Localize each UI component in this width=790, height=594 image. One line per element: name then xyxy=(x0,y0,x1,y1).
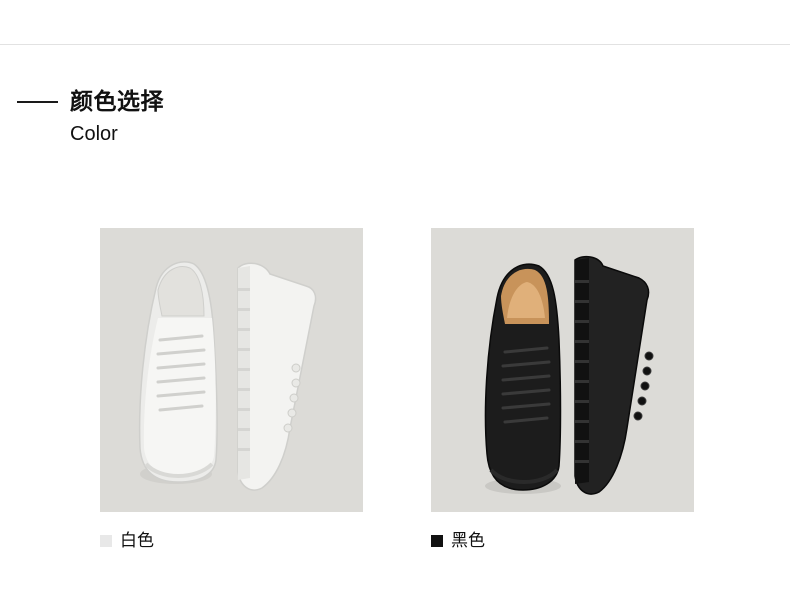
color-option-label: 白色 xyxy=(120,531,154,551)
color-option-black[interactable]: 黑色 xyxy=(431,530,485,552)
top-divider xyxy=(0,44,790,45)
black-sneakers-illustration xyxy=(484,255,654,495)
white-shoe-top-view xyxy=(138,261,218,484)
color-option-white[interactable]: 白色 xyxy=(100,530,154,552)
black-color-chip xyxy=(431,535,443,547)
black-sneakers-photo[interactable] xyxy=(431,228,694,512)
white-sneakers-illustration xyxy=(138,261,317,491)
white-color-chip xyxy=(100,535,112,547)
heading-accent-line xyxy=(17,101,58,103)
color-option-label: 黑色 xyxy=(451,531,485,551)
white-shoe-side-view xyxy=(237,262,317,491)
black-shoe-side-view xyxy=(574,255,654,495)
section-title-en: Color xyxy=(70,123,118,145)
white-sneakers-photo[interactable] xyxy=(100,228,363,512)
black-shoe-top-view xyxy=(484,263,562,494)
section-title-cn: 颜色选择 xyxy=(70,89,164,115)
